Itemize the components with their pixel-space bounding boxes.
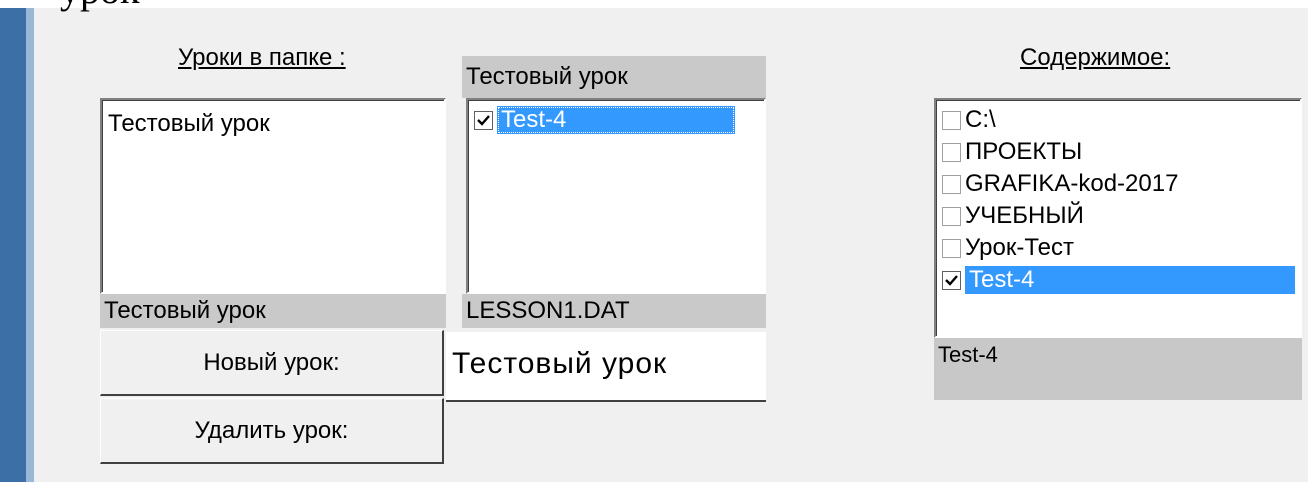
delete-lesson-button[interactable]: Удалить урок: <box>100 398 444 464</box>
lessons-in-folder-label[interactable]: Уроки в папке : <box>178 44 346 72</box>
checkmark-icon <box>945 274 958 286</box>
list-item[interactable]: GRAFIKA-kod-2017 <box>942 170 1178 198</box>
list-item-label: ПРОЕКТЫ <box>965 138 1083 165</box>
contents-label[interactable]: Содержимое: <box>1020 44 1170 72</box>
test-lesson-caption: Тестовый урок <box>462 56 766 98</box>
list-item-label: УЧЕБНЫЙ <box>965 202 1084 229</box>
contents-listbox[interactable]: C:\ ПРОЕКТЫ GRAFIKA-kod-2017 УЧЕБНЫЙ Уро… <box>934 98 1302 338</box>
checkbox[interactable] <box>942 270 961 290</box>
list-item[interactable]: УЧЕБНЫЙ <box>942 202 1084 230</box>
list-item-label: C:\ <box>965 106 996 133</box>
checkbox[interactable] <box>942 238 961 258</box>
checkbox[interactable] <box>942 174 961 194</box>
list-item-label: GRAFIKA-kod-2017 <box>965 170 1179 197</box>
list-item[interactable]: C:\ <box>942 106 996 134</box>
checkbox[interactable] <box>474 110 493 130</box>
list-item[interactable]: Test-4 <box>474 106 735 134</box>
list-item-label: Test-4 <box>965 266 1295 294</box>
list-item[interactable]: Тестовый урок <box>108 110 270 138</box>
checkbox[interactable] <box>942 110 961 130</box>
list-item[interactable]: Урок-Тест <box>942 234 1074 262</box>
window-left-border <box>0 8 26 482</box>
lesson-file-caption: LESSON1.DAT <box>462 294 766 328</box>
selected-lesson-caption: Тестовый урок <box>100 294 446 328</box>
test-lesson-listbox[interactable]: Test-4 <box>466 98 766 294</box>
window-left-border-edge <box>26 8 34 482</box>
lesson-name-field[interactable]: Тестовый урок <box>446 332 766 402</box>
clipped-heading-text: урок <box>60 0 139 10</box>
list-item-label: Test-4 <box>497 106 735 134</box>
list-item[interactable]: ПРОЕКТЫ <box>942 138 1082 166</box>
checkbox[interactable] <box>942 142 961 162</box>
list-item-label: Урок-Тест <box>965 234 1075 261</box>
lessons-listbox[interactable]: Тестовый урок <box>100 98 446 294</box>
contents-status: Test-4 <box>934 338 1302 400</box>
checkmark-icon <box>477 114 490 126</box>
checkbox[interactable] <box>942 206 961 226</box>
top-strip <box>0 0 1308 8</box>
new-lesson-button[interactable]: Новый урок: <box>100 330 444 396</box>
list-item[interactable]: Test-4 <box>942 266 1295 294</box>
